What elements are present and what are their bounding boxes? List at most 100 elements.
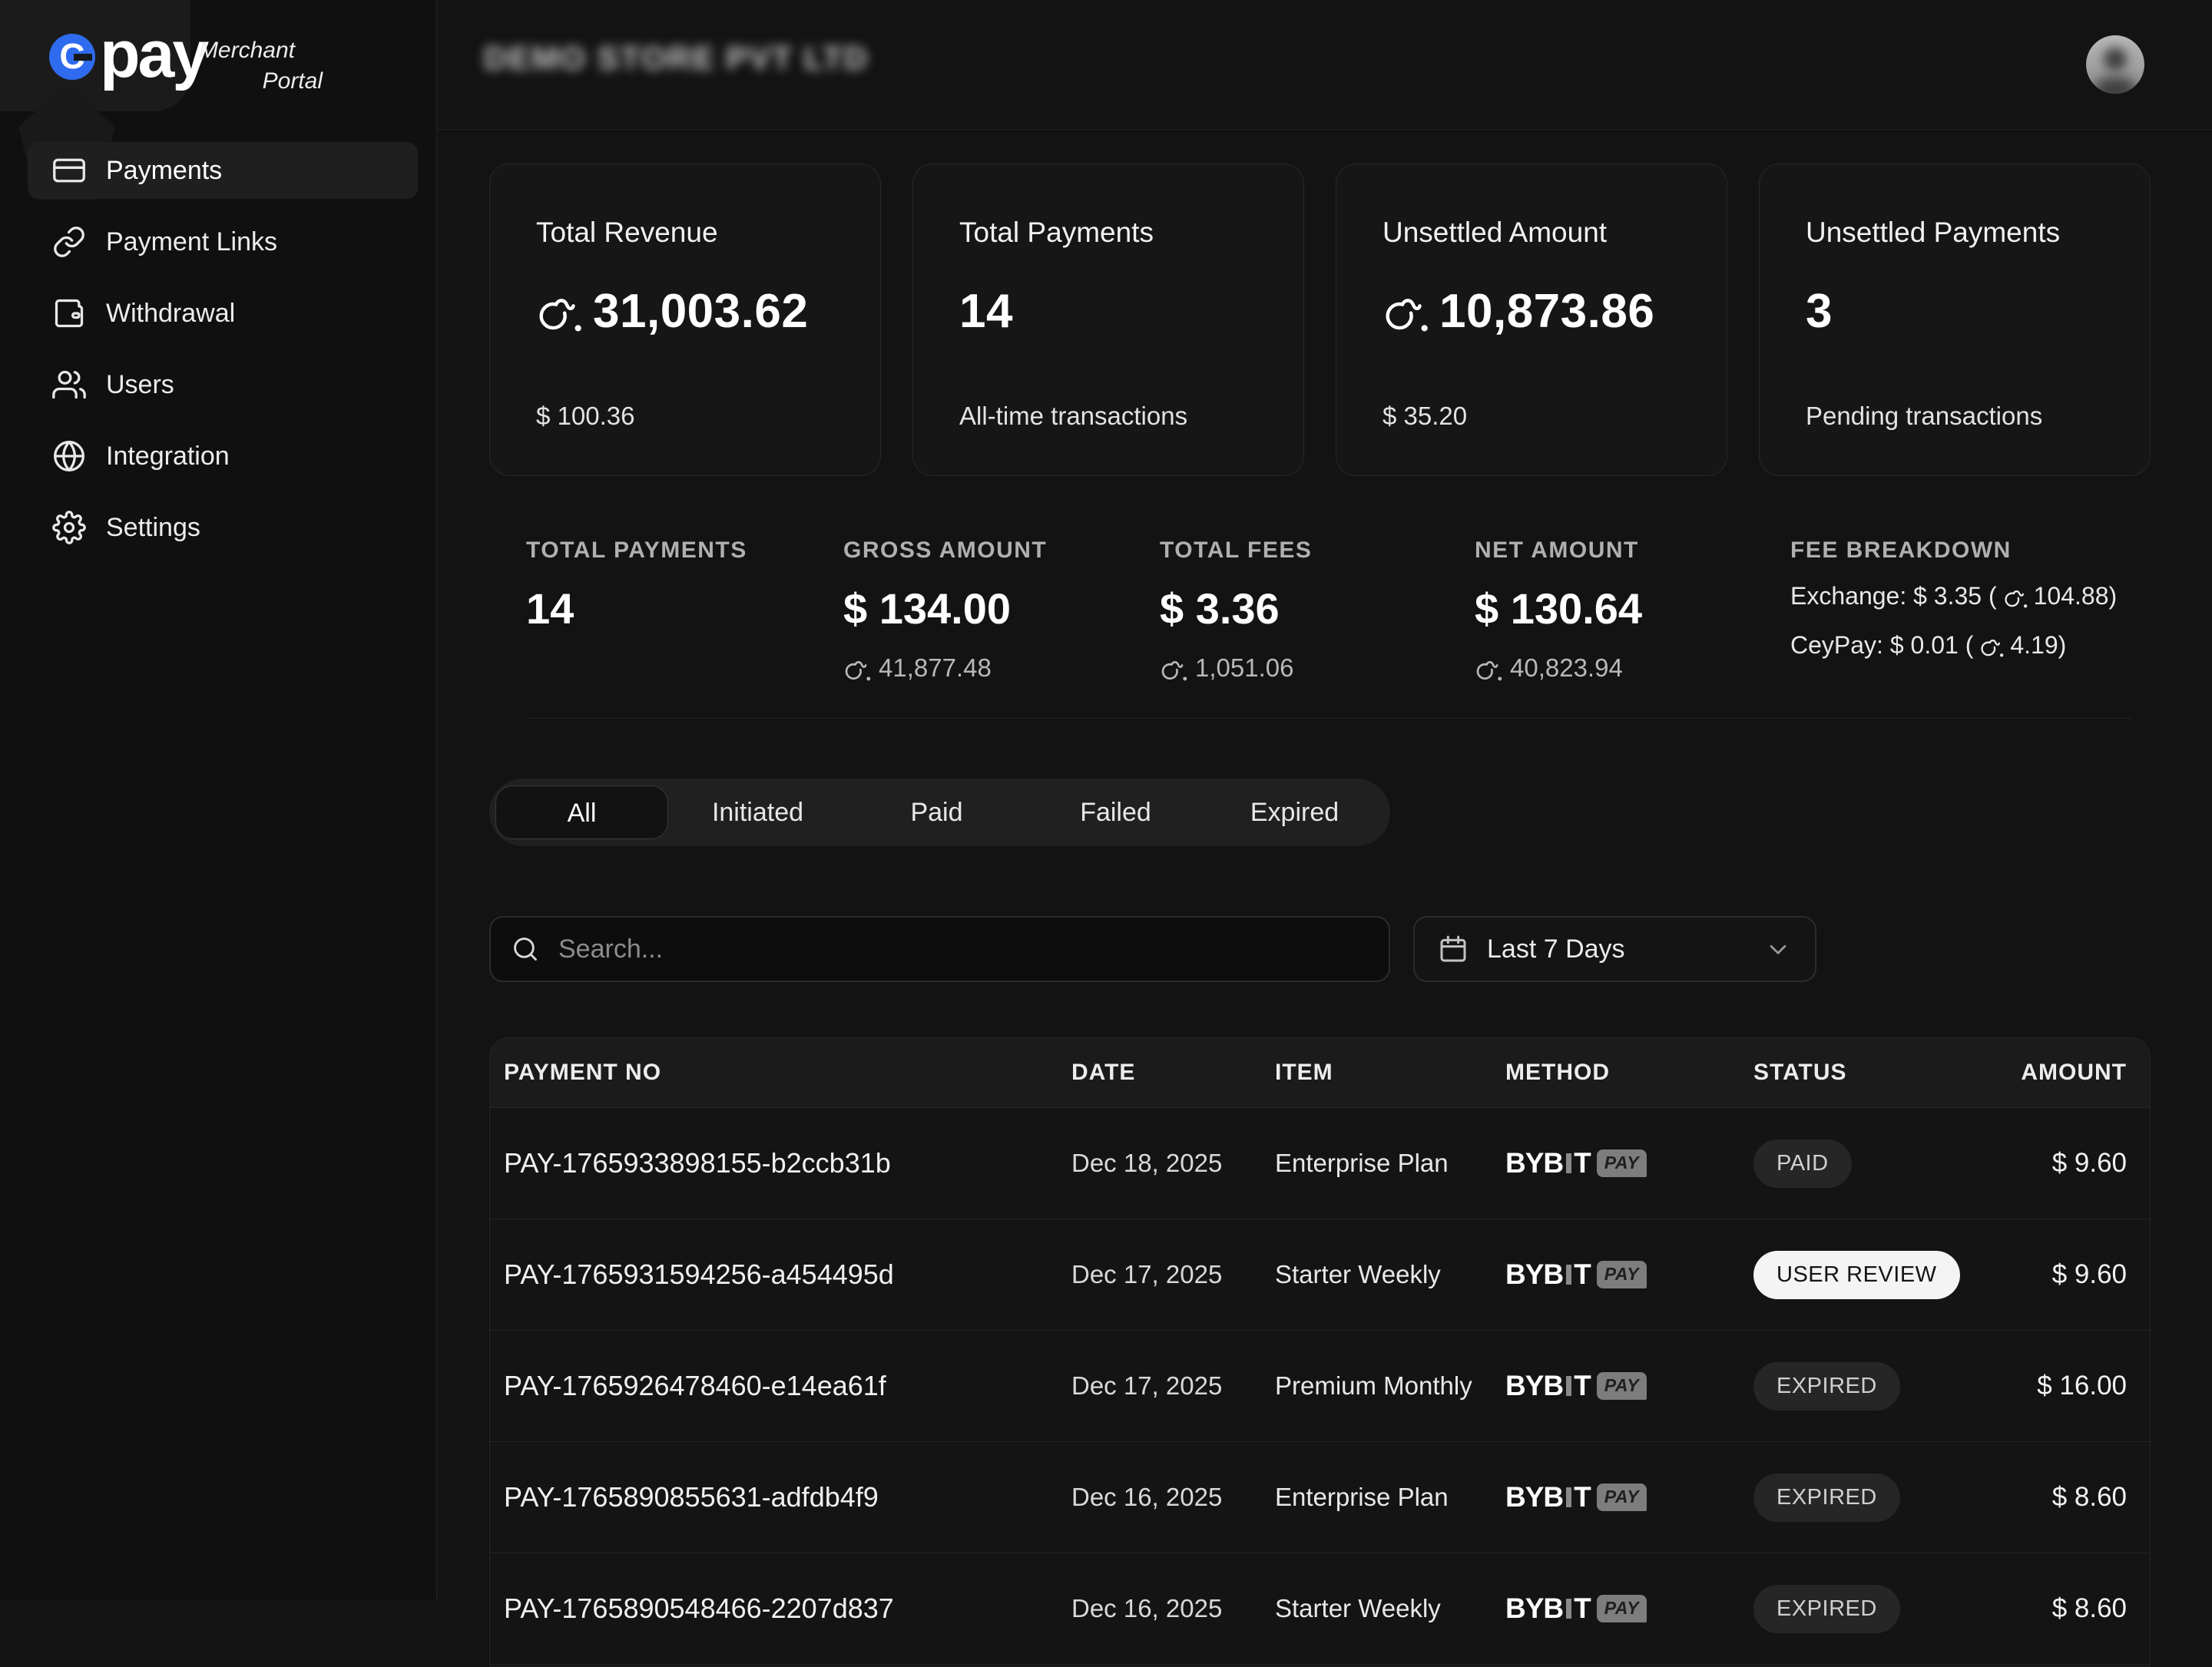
sidebar-item-integration[interactable]: Integration [28, 428, 418, 485]
sidebar-item-label: Withdrawal [106, 299, 235, 329]
bybit-pay-logo: BYBT PAY [1505, 1147, 1753, 1179]
section-divider [526, 718, 2132, 719]
tab-expired[interactable]: Expired [1205, 798, 1384, 828]
date-range-label: Last 7 Days [1487, 934, 1746, 964]
summary-total-fees: TOTAL FEES $ 3.36 1,051.06 [1160, 537, 1475, 683]
payment-no: PAY-1765926478460-e14ea61f [504, 1370, 1071, 1402]
summary-net-amount: NET AMOUNT $ 130.64 40,823.94 [1475, 537, 1790, 683]
date-range-dropdown[interactable]: Last 7 Days [1413, 916, 1816, 982]
pay-tag: PAY [1597, 1483, 1647, 1511]
stat-card-label: Total Revenue [536, 217, 837, 249]
summary-fee-breakdown: FEE BREAKDOWN Exchange: $ 3.35 ( 104.88)… [1790, 537, 2151, 683]
pay-tag: PAY [1597, 1595, 1647, 1622]
summary-lkr-value: 40,823.94 [1475, 653, 1790, 683]
stat-card-total-payments: Total Payments 14 All-time transactions [912, 164, 1304, 476]
bybit-pay-logo: BYBT PAY [1505, 1259, 1753, 1291]
tab-paid[interactable]: Paid [847, 798, 1026, 828]
summary-label: FEE BREAKDOWN [1790, 537, 2151, 564]
search-input[interactable] [557, 934, 1369, 965]
lkr-currency-icon [1382, 296, 1429, 333]
payment-date: Dec 16, 2025 [1071, 1594, 1275, 1623]
sidebar-item-settings[interactable]: Settings [28, 499, 418, 556]
tab-all[interactable]: All [495, 786, 668, 839]
payment-date: Dec 17, 2025 [1071, 1371, 1275, 1401]
col-payment-no: PAYMENT NO [504, 1060, 1071, 1086]
brand-logo-icon: C [49, 34, 95, 80]
table-row[interactable]: PAY-1765926478460-e14ea61f Dec 17, 2025 … [490, 1331, 2150, 1442]
summary-label: TOTAL PAYMENTS [526, 537, 843, 564]
payment-item: Starter Weekly [1275, 1260, 1505, 1289]
fee-breakdown-ceypay: CeyPay: $ 0.01 ( 4.19) [1790, 628, 2151, 662]
lkr-currency-icon [1475, 660, 1502, 682]
stat-card-sub: $ 100.36 [536, 402, 837, 431]
payment-item: Starter Weekly [1275, 1594, 1505, 1623]
wallet-icon [52, 296, 86, 330]
sidebar: C pay Merchant Portal Payments Payment L… [0, 0, 437, 1600]
status-badge: PAID [1753, 1139, 1852, 1188]
summary-value: 14 [526, 584, 574, 633]
stat-card-value: 14 [959, 284, 1260, 339]
payment-amount: $ 8.60 [1984, 1482, 2127, 1513]
search-icon [511, 934, 540, 964]
summary-label: NET AMOUNT [1475, 537, 1790, 564]
table-row[interactable]: PAY-1765890855631-adfdb4f9 Dec 16, 2025 … [490, 1442, 2150, 1553]
stat-card-sub: $ 35.20 [1382, 402, 1684, 431]
bybit-i-bar [1566, 1487, 1571, 1507]
sidebar-item-payments[interactable]: Payments [28, 142, 418, 199]
pay-tag: PAY [1597, 1261, 1647, 1288]
table-row[interactable]: PAY-1765890548466-2207d837 Dec 16, 2025 … [490, 1553, 2150, 1665]
lkr-currency-icon [2003, 589, 2028, 609]
link-icon [52, 225, 86, 259]
bybit-pay-logo: BYBT PAY [1505, 1370, 1753, 1402]
sidebar-item-users[interactable]: Users [28, 356, 418, 413]
pay-tag: PAY [1597, 1149, 1647, 1177]
stat-card-sub: All-time transactions [959, 402, 1260, 431]
sidebar-item-withdrawal[interactable]: Withdrawal [28, 285, 418, 342]
stat-card-unsettled-amount: Unsettled Amount 10,873.86 $ 35.20 [1336, 164, 1727, 476]
tab-initiated[interactable]: Initiated [668, 798, 847, 828]
logo-letter: C [59, 38, 84, 74]
sidebar-item-label: Settings [106, 513, 200, 543]
payment-amount: $ 9.60 [1984, 1148, 2127, 1179]
lkr-currency-icon [1979, 638, 2004, 658]
bybit-i-bar [1566, 1153, 1571, 1173]
bybit-pay-logo: BYBT PAY [1505, 1593, 1753, 1625]
col-status: STATUS [1753, 1060, 1984, 1086]
stat-card-label: Unsettled Amount [1382, 217, 1684, 249]
tagline-line1: Merchant [196, 35, 323, 66]
summary-label: GROSS AMOUNT [843, 537, 1160, 564]
payment-amount: $ 16.00 [1984, 1371, 2127, 1401]
stat-card-value: 10,873.86 [1382, 284, 1684, 339]
table-row[interactable]: PAY-1765931594256-a454495d Dec 17, 2025 … [490, 1219, 2150, 1331]
payment-no: PAY-1765931594256-a454495d [504, 1259, 1071, 1291]
status-badge: EXPIRED [1753, 1474, 1900, 1522]
users-icon [52, 368, 86, 402]
summary-value: $ 134.00 [843, 584, 1011, 633]
calendar-icon [1438, 934, 1469, 964]
payment-item: Enterprise Plan [1275, 1483, 1505, 1512]
summary-strip: TOTAL PAYMENTS 14 GROSS AMOUNT $ 134.00 … [526, 537, 2151, 683]
table-header-row: PAYMENT NO DATE ITEM METHOD STATUS AMOUN… [490, 1038, 2150, 1108]
stat-card-label: Unsettled Payments [1806, 217, 2107, 249]
search-box[interactable] [489, 916, 1390, 982]
tab-failed[interactable]: Failed [1026, 798, 1205, 828]
lkr-currency-icon [843, 660, 871, 682]
stat-card-number: 31,003.62 [593, 284, 808, 339]
pay-tag: PAY [1597, 1372, 1647, 1400]
summary-total-payments: TOTAL PAYMENTS 14 [526, 537, 843, 683]
table-row[interactable]: PAY-1765933898155-b2ccb31b Dec 18, 2025 … [490, 1108, 2150, 1219]
payment-item: Premium Monthly [1275, 1371, 1505, 1401]
bybit-i-bar [1566, 1265, 1571, 1285]
payment-date: Dec 17, 2025 [1071, 1260, 1275, 1289]
user-avatar[interactable] [2086, 35, 2144, 94]
brand-logo-text: pay [100, 17, 207, 93]
col-method: METHOD [1505, 1060, 1753, 1086]
status-badge: EXPIRED [1753, 1362, 1900, 1411]
stat-card-number: 10,873.86 [1439, 284, 1654, 339]
summary-lkr-value: 41,877.48 [843, 653, 1160, 683]
payment-no: PAY-1765933898155-b2ccb31b [504, 1147, 1071, 1179]
summary-lkr-value: 1,051.06 [1160, 653, 1475, 683]
top-header: DEMO STORE PVT LTD [436, 0, 2212, 130]
stat-card-value: 31,003.62 [536, 284, 837, 339]
sidebar-item-payment-links[interactable]: Payment Links [28, 213, 418, 270]
